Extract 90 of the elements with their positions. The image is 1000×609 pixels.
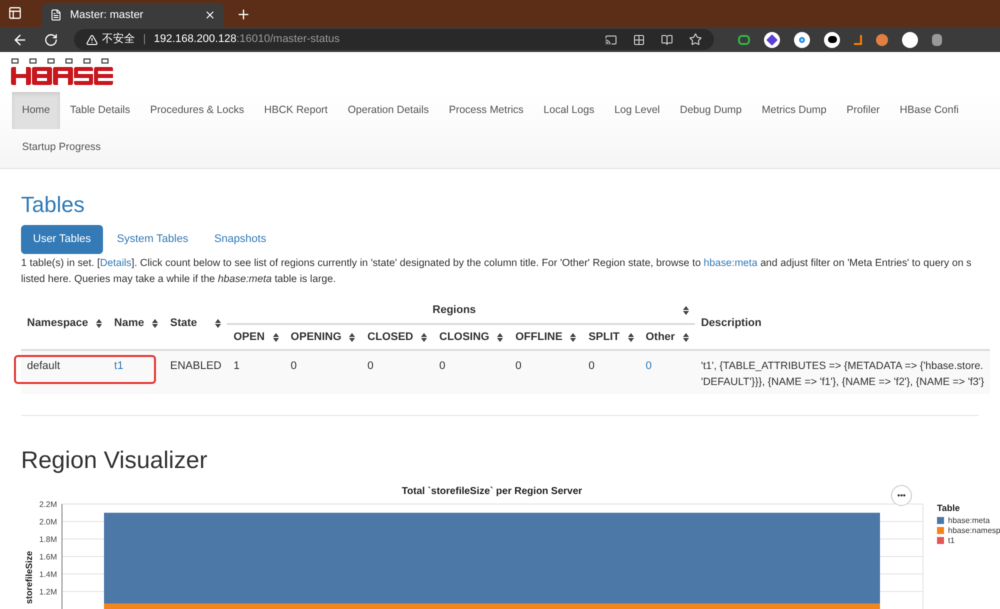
column-header: CLOSED [367,330,414,345]
column-header: CLOSING [439,330,490,345]
table-cell: 1 [233,360,240,372]
extension-icon[interactable] [902,32,918,48]
tick-label: 1.6M [39,552,57,562]
column-header: Other [646,330,675,345]
apache-hbase-logo[interactable] [10,58,114,86]
legend-label: hbase:namesp [948,524,1000,536]
column-header: OFFLINE [515,330,562,345]
sort-icon[interactable] [570,332,576,342]
details-link[interactable]: Details [100,258,132,269]
extension-icon[interactable] [794,32,810,48]
nav-link[interactable]: Startup Progress [12,129,111,166]
tab-actions-icon[interactable] [8,6,22,20]
separator: | [143,32,146,48]
nav-link[interactable]: Local Logs [534,92,604,129]
column-header: Namespace [27,316,88,332]
read-aloud-icon[interactable] [661,34,673,46]
sort-icon[interactable] [272,332,279,342]
column-header: OPEN [233,330,265,345]
security-label: 不安全 [102,32,135,48]
column-header: Description [700,317,762,330]
column-header: OPENING [290,330,342,345]
table-cell: default [27,360,60,372]
cast-icon[interactable] [605,34,617,46]
chart-title: Total `storefileSize` per Region Server [402,486,582,497]
legend-label: t1 [948,535,955,546]
count-link[interactable]: 0 [646,360,652,372]
section-title: Region Visualizer [21,446,208,476]
address-bar[interactable]: 不安全 | 192.168.200.128:16010/master-status [74,29,714,50]
table-cell: 0 [439,360,446,372]
nav-link[interactable]: Profiler [836,92,890,129]
nav-link[interactable]: Operation Details [338,92,439,129]
back-icon[interactable] [12,32,28,48]
sort-icon[interactable] [152,319,158,328]
sort-icon[interactable] [497,332,504,342]
sort-icon[interactable] [682,332,689,342]
table-cell: 0 [290,360,297,372]
url-text[interactable]: 192.168.200.128:16010/master-status [154,31,340,48]
favorite-icon[interactable] [689,33,702,46]
tick-label: 1.8M [39,535,57,544]
sort-icon[interactable] [682,306,689,315]
tab[interactable]: System Tables [104,225,200,254]
chart-menu-button[interactable]: ••• [891,485,912,506]
table-cell-text: 't1', {TABLE_ATTRIBUTES => {METADATA => {'hbase.store. [700,359,984,374]
column-header: Name [114,316,144,332]
section-title: Tables [21,191,86,219]
table-cell: ENABLED [170,360,222,372]
nav-link[interactable]: Home [12,92,60,129]
table-cell: 0 [515,360,522,372]
reload-icon[interactable] [44,32,58,46]
apps-icon[interactable] [633,34,645,46]
close-icon[interactable] [204,9,216,21]
column-header: SPLIT [588,330,620,345]
tab[interactable]: Snapshots [202,225,278,254]
nav-link[interactable]: Procedures & Locks [140,92,254,129]
browser-tab[interactable]: Master: master [42,3,224,27]
meta-link[interactable]: hbase:meta [704,258,758,269]
nav-link[interactable]: Debug Dump [670,92,752,129]
tab[interactable]: User Tables [21,225,103,254]
table-cell-text: 'DEFAULT'}}}, {NAME => 'f1'}, {NAME => 'f2'}, {NAME => 'f3'} [700,375,984,390]
tick-label: 2.2M [39,500,57,509]
table-cell: 0 [367,360,374,372]
warning-icon [86,34,98,46]
sort-icon[interactable] [628,332,634,342]
column-header: State [170,316,198,332]
extension-icon[interactable] [824,32,840,48]
sort-icon[interactable] [421,332,428,342]
tick-label: 2.0M [39,518,57,526]
table-cell: 0 [588,360,595,372]
legend-title: Table [937,502,961,515]
page-icon [50,9,62,21]
sort-icon[interactable] [96,319,102,328]
extension-icon[interactable] [764,32,780,48]
sort-icon[interactable] [349,332,356,342]
column-header: Regions [432,303,476,318]
table-link[interactable]: t1 [114,360,124,372]
nav-link[interactable]: HBCK Report [254,92,338,129]
new-tab-icon[interactable] [236,7,251,22]
nav-link[interactable]: Metrics Dump [752,92,837,129]
nav-link[interactable]: HBase Confi [890,92,969,129]
nav-link[interactable]: Log Level [604,92,670,129]
sort-icon[interactable] [215,319,222,328]
nav-link[interactable]: Table Details [60,92,140,129]
legend-label: hbase:meta [948,514,990,526]
info-text: 1 table(s) in set. [Details]. Click count below to see list of regions currently in 'state' designated by the column title. For 'Other' Region state, browse to hbase:meta and adjust filter on 'Meta Entries' to query on s listed here. Queries may take a while if the hbase:meta table is large. [21,257,972,287]
tick-label: 1.2M [39,588,57,596]
nav-link[interactable]: Process Metrics [438,92,534,129]
axis-label: storefileSize [24,550,34,604]
tick-label: 1.4M [39,570,57,579]
